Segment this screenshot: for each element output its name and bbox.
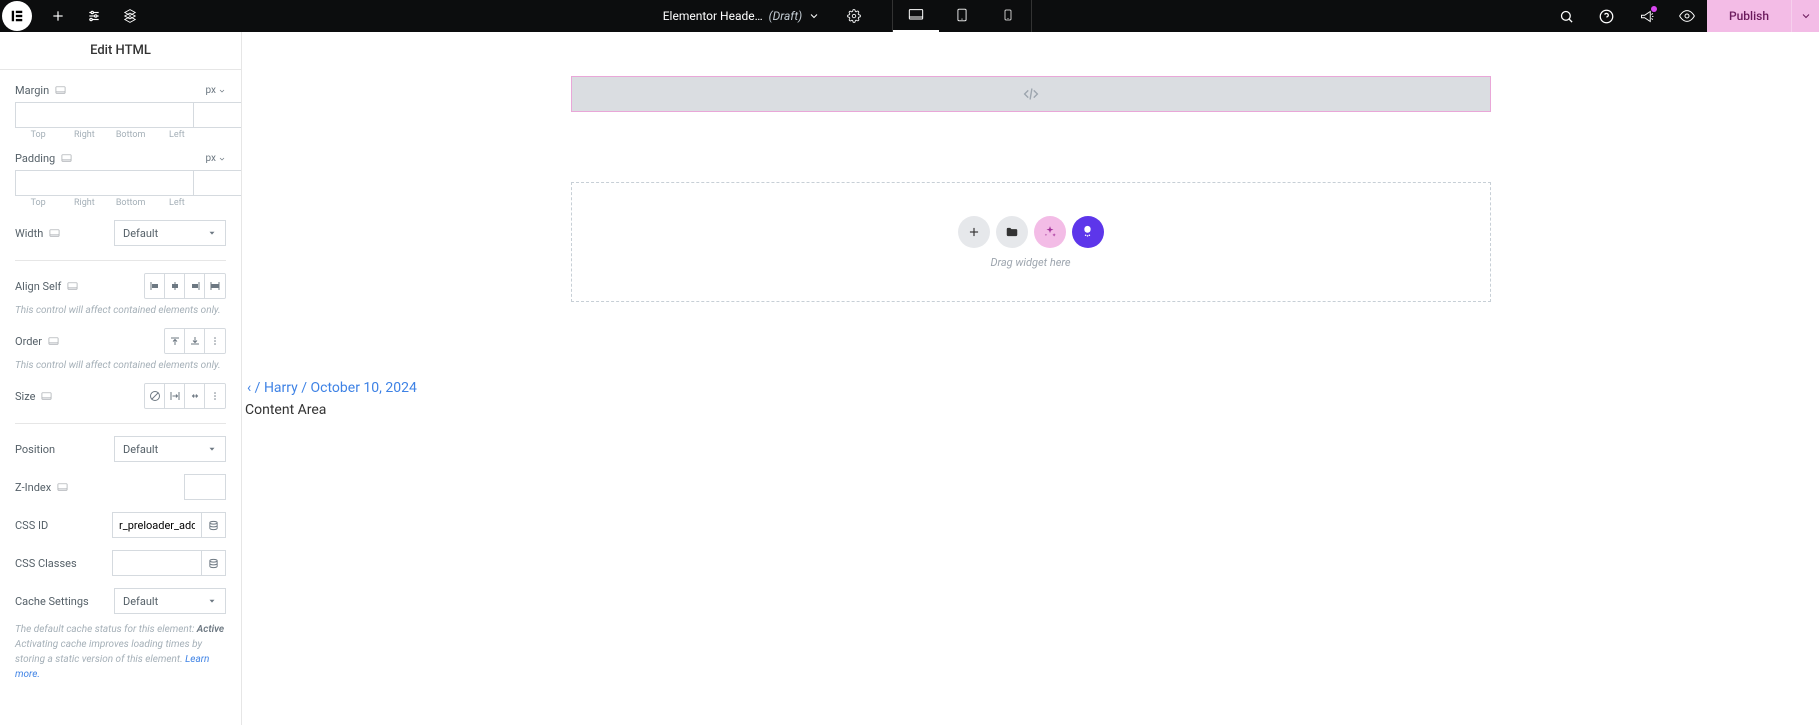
- size-grow-button[interactable]: [165, 384, 185, 408]
- document-status: (Draft): [769, 9, 803, 23]
- post-date-link[interactable]: October 10, 2024: [311, 380, 417, 396]
- cache-note: The default cache status for this elemen…: [15, 622, 226, 682]
- finder-button[interactable]: [1547, 0, 1587, 32]
- drop-zone[interactable]: Drag widget here: [571, 182, 1491, 302]
- add-element-button[interactable]: [40, 0, 76, 32]
- preview-button[interactable]: [1667, 0, 1707, 32]
- responsive-icon[interactable]: [67, 281, 78, 292]
- order-end-button[interactable]: [185, 329, 205, 353]
- align-self-hint: This control will affect contained eleme…: [15, 305, 226, 316]
- mobile-device-button[interactable]: [985, 0, 1031, 32]
- ai-generate-button[interactable]: [1072, 216, 1104, 248]
- publish-button[interactable]: Publish: [1707, 0, 1791, 32]
- padding-label: Padding: [15, 152, 55, 165]
- css-id-label: CSS ID: [15, 519, 48, 532]
- document-title: Elementor Heade…: [663, 9, 763, 23]
- css-classes-label: CSS Classes: [15, 557, 77, 570]
- drop-zone-label: Drag widget here: [990, 256, 1070, 269]
- padding-unit-select[interactable]: px: [205, 153, 226, 164]
- ai-layout-button[interactable]: [1034, 216, 1066, 248]
- zindex-label: Z-Index: [15, 481, 51, 494]
- add-template-button[interactable]: [996, 216, 1028, 248]
- padding-top-input[interactable]: [15, 170, 193, 196]
- responsive-icon[interactable]: [48, 336, 59, 347]
- post-meta: ‹ / Harry / October 10, 2024: [247, 380, 417, 396]
- chevron-down-icon[interactable]: [808, 10, 820, 22]
- panel-title: Edit HTML: [0, 32, 241, 70]
- structure-button[interactable]: [112, 0, 148, 32]
- margin-unit-select[interactable]: px: [205, 85, 226, 96]
- position-label: Position: [15, 443, 55, 456]
- size-label: Size: [15, 390, 35, 403]
- responsive-icon[interactable]: [41, 391, 52, 402]
- html-widget-placeholder[interactable]: [571, 76, 1491, 112]
- help-button[interactable]: [1587, 0, 1627, 32]
- css-id-dynamic-button[interactable]: [202, 512, 226, 538]
- align-stretch-button[interactable]: [205, 274, 225, 298]
- order-more-button[interactable]: [205, 329, 225, 353]
- size-none-button[interactable]: [145, 384, 165, 408]
- add-widget-button[interactable]: [958, 216, 990, 248]
- margin-label: Margin: [15, 84, 49, 97]
- margin-right-input[interactable]: [193, 102, 241, 128]
- content-area-label: Content Area: [245, 402, 326, 418]
- align-start-button[interactable]: [145, 274, 165, 298]
- cache-settings-label: Cache Settings: [15, 595, 89, 608]
- post-author-link[interactable]: Harry: [264, 380, 298, 396]
- align-end-button[interactable]: [185, 274, 205, 298]
- align-center-button[interactable]: [165, 274, 185, 298]
- width-label: Width: [15, 227, 43, 240]
- publish-options-button[interactable]: [1791, 0, 1819, 32]
- cache-settings-select[interactable]: Default: [114, 588, 226, 614]
- elementor-logo[interactable]: [2, 1, 32, 31]
- tablet-device-button[interactable]: [939, 0, 985, 32]
- css-classes-input[interactable]: [112, 550, 202, 576]
- margin-top-input[interactable]: [15, 102, 193, 128]
- desktop-device-button[interactable]: [893, 0, 939, 32]
- site-settings-button[interactable]: [76, 0, 112, 32]
- size-shrink-button[interactable]: [185, 384, 205, 408]
- document-settings-button[interactable]: [836, 0, 872, 32]
- size-more-button[interactable]: [205, 384, 225, 408]
- responsive-icon[interactable]: [57, 482, 68, 493]
- css-classes-dynamic-button[interactable]: [202, 550, 226, 576]
- order-hint: This control will affect contained eleme…: [15, 360, 226, 371]
- notification-dot-icon: [1651, 6, 1657, 12]
- position-select[interactable]: Default: [114, 436, 226, 462]
- order-start-button[interactable]: [165, 329, 185, 353]
- responsive-icon[interactable]: [55, 85, 66, 96]
- align-self-label: Align Self: [15, 280, 61, 293]
- responsive-icon[interactable]: [61, 153, 72, 164]
- zindex-input[interactable]: [184, 474, 226, 500]
- responsive-icon[interactable]: [49, 228, 60, 239]
- whats-new-button[interactable]: [1627, 0, 1667, 32]
- order-label: Order: [15, 335, 42, 348]
- width-select[interactable]: Default: [114, 220, 226, 246]
- padding-right-input[interactable]: [193, 170, 241, 196]
- css-id-input[interactable]: [112, 512, 202, 538]
